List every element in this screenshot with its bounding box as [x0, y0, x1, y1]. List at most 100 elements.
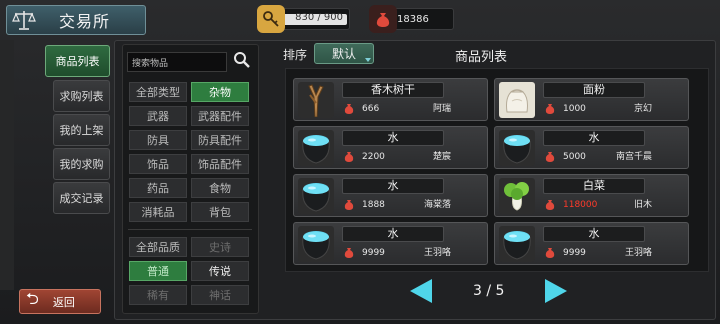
nav-item-label: 我的上架 [59, 124, 104, 137]
money-bag-icon [342, 103, 355, 116]
filter-type-all[interactable]: 全部类型 [129, 82, 187, 102]
nav-item-my-listings[interactable]: 我的上架 [53, 114, 110, 146]
item-card[interactable]: 水 1888 海棠落 [293, 174, 488, 217]
filter-label: 消耗品 [141, 206, 175, 219]
item-price: 666 [362, 104, 380, 114]
sort-label: 排序 [283, 48, 308, 62]
item-card[interactable]: 面粉 1000 京幻 [494, 78, 689, 121]
money-bag-icon [342, 247, 355, 260]
filter-label: 饰品配件 [198, 158, 242, 171]
filter-type-accessory-parts[interactable]: 饰品配件 [191, 154, 249, 174]
cabbage-icon [499, 178, 535, 214]
nav-item-label: 求购列表 [59, 90, 104, 103]
search-input[interactable]: 搜索物品 [127, 52, 227, 72]
item-seller: 王羽咯 [423, 248, 451, 258]
item-name: 白菜 [543, 178, 645, 194]
page-title: 交易所 [59, 12, 111, 31]
filter-label: 史诗 [209, 241, 231, 254]
filter-label: 普通 [147, 265, 169, 278]
item-card[interactable]: 白菜 118000 旧木 [494, 174, 689, 217]
item-seller: 旧木 [633, 200, 652, 210]
stamina-key-icon [257, 5, 285, 33]
filter-quality-common[interactable]: 普通 [129, 261, 187, 281]
caret-down-icon [365, 58, 371, 62]
previous-page-arrow-icon[interactable] [410, 279, 432, 303]
filter-type-accessory[interactable]: 饰品 [129, 154, 187, 174]
filter-label: 全部类型 [136, 86, 180, 99]
scales-icon [11, 7, 37, 33]
money-bag-icon [543, 199, 556, 212]
item-seller: 南宫千晨 [615, 152, 652, 162]
filter-label: 食物 [209, 182, 231, 195]
nav-item-label: 成交记录 [59, 192, 104, 205]
item-price: 9999 [362, 248, 385, 258]
filter-type-misc[interactable]: 杂物 [191, 82, 249, 102]
nav-item-buy-requests[interactable]: 求购列表 [53, 80, 110, 112]
filter-label: 武器配件 [198, 110, 242, 123]
money-bag-icon [369, 5, 397, 33]
filter-quality-mythic[interactable]: 神话 [191, 285, 249, 305]
water-pot-icon [298, 226, 334, 262]
filter-label: 稀有 [147, 289, 169, 302]
filter-type-backpack[interactable]: 背包 [191, 202, 249, 222]
item-name: 面粉 [543, 82, 645, 98]
filter-type-consumable[interactable]: 消耗品 [129, 202, 187, 222]
filter-label: 神话 [209, 289, 231, 302]
search-icon[interactable] [232, 50, 252, 70]
filter-type-weapon[interactable]: 武器 [129, 106, 187, 126]
return-arrow-icon: ⮌ [26, 289, 39, 308]
nav-item-market-list[interactable]: 商品列表 [45, 45, 110, 77]
filter-quality-all[interactable]: 全部品质 [129, 237, 187, 257]
flour-icon [499, 82, 535, 118]
filter-label: 防具 [147, 134, 169, 147]
item-seller: 阿瑞 [432, 104, 451, 114]
filter-label: 防具配件 [198, 134, 242, 147]
item-name: 水 [543, 130, 645, 146]
filter-label: 背包 [209, 206, 231, 219]
item-seller: 王羽咯 [624, 248, 652, 258]
filter-label: 武器 [147, 110, 169, 123]
wood-icon [298, 82, 334, 118]
item-price: 5000 [563, 152, 586, 162]
left-edge-panel [0, 40, 14, 290]
filter-quality-rare[interactable]: 稀有 [129, 285, 187, 305]
item-price: 118000 [563, 200, 598, 210]
item-name: 香木树干 [342, 82, 444, 98]
item-card[interactable]: 水 9999 王羽咯 [494, 222, 689, 265]
item-card[interactable]: 水 2200 楚宸 [293, 126, 488, 169]
item-seller: 京幻 [633, 104, 652, 114]
filter-quality-legendary[interactable]: 传说 [191, 261, 249, 281]
item-price: 1000 [563, 104, 586, 114]
search-placeholder: 搜索物品 [132, 59, 169, 69]
stamina-bar: 830 / 900 [257, 5, 350, 33]
next-page-arrow-icon[interactable] [545, 279, 567, 303]
page-indicator: 3 / 5 [473, 283, 505, 299]
item-name: 水 [342, 226, 444, 242]
filter-type-medicine[interactable]: 药品 [129, 178, 187, 198]
water-pot-icon [298, 178, 334, 214]
item-card[interactable]: 水 5000 南宫千晨 [494, 126, 689, 169]
item-seller: 海棠落 [423, 200, 451, 210]
filter-type-weapon-parts[interactable]: 武器配件 [191, 106, 249, 126]
item-name: 水 [543, 226, 645, 242]
filter-label: 传说 [209, 265, 231, 278]
item-price: 1888 [362, 200, 385, 210]
back-button[interactable]: ⮌ 返回 [19, 289, 101, 314]
filter-label: 杂物 [209, 86, 231, 99]
filter-divider [128, 229, 252, 230]
filter-label: 药品 [147, 182, 169, 195]
item-card[interactable]: 香木树干 666 阿瑞 [293, 78, 488, 121]
filter-label: 全部品质 [136, 241, 180, 254]
item-seller: 楚宸 [432, 152, 451, 162]
gold-bar: 18386 [369, 5, 454, 33]
filter-type-armor-parts[interactable]: 防具配件 [191, 130, 249, 150]
item-price: 9999 [563, 248, 586, 258]
nav-item-trade-history[interactable]: 成交记录 [53, 182, 110, 214]
filter-quality-epic[interactable]: 史诗 [191, 237, 249, 257]
back-button-label: 返回 [52, 295, 75, 309]
filter-type-armor[interactable]: 防具 [129, 130, 187, 150]
water-pot-icon [499, 226, 535, 262]
nav-item-my-requests[interactable]: 我的求购 [53, 148, 110, 180]
item-card[interactable]: 水 9999 王羽咯 [293, 222, 488, 265]
filter-type-food[interactable]: 食物 [191, 178, 249, 198]
